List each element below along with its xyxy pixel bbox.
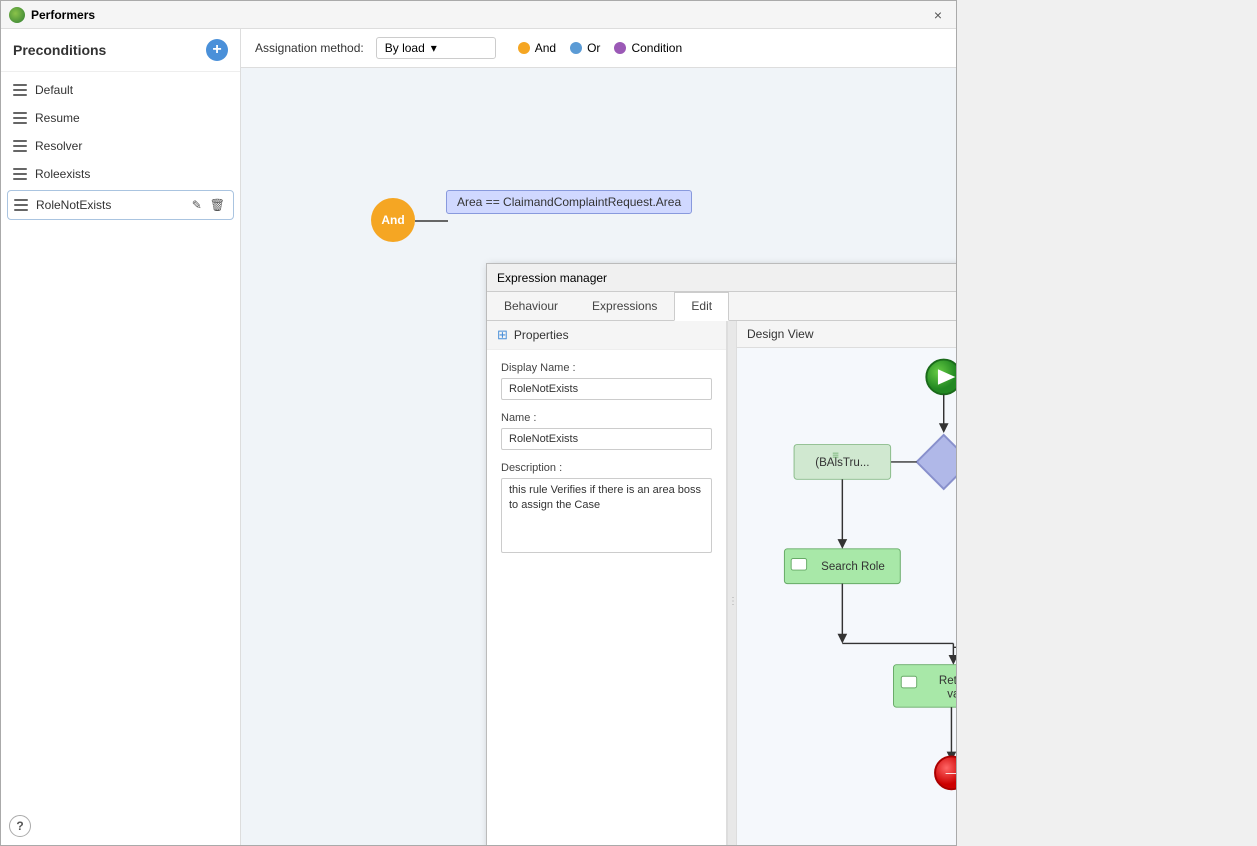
expression-manager-window: Expression manager — □ × Behaviour Expre… — [486, 263, 956, 845]
drag-dots-icon: ⋮ — [728, 596, 736, 607]
expr-body: ⊞ Properties Display Name : Name : — [487, 321, 956, 845]
edit-item-button[interactable]: ✎ — [190, 196, 204, 214]
list-icon — [13, 140, 27, 152]
sidebar-item-resolver[interactable]: Resolver — [1, 132, 240, 160]
canvas-area: And Area == ClaimandComplaintRequest.Are… — [241, 68, 956, 845]
legend-condition: Condition — [614, 41, 682, 55]
expr-title-bar: Expression manager — □ × — [487, 264, 956, 292]
sidebar-item-default[interactable]: Default — [1, 76, 240, 104]
connector-line — [415, 220, 448, 222]
svg-text:Return a: Return a — [939, 675, 956, 687]
title-bar-left: Performers — [9, 7, 95, 23]
assignment-method-dropdown[interactable]: By load ▾ — [376, 37, 496, 59]
svg-text:—: — — [946, 768, 956, 780]
list-icon — [13, 84, 27, 96]
app-icon — [9, 7, 25, 23]
list-icon — [13, 168, 27, 180]
and-dot — [518, 42, 530, 54]
description-field: Description : this rule Verifies if ther… — [501, 462, 712, 553]
and-node-label: And — [381, 213, 404, 227]
main-content: Preconditions + Default Resume Resolver — [1, 29, 956, 845]
resize-handle[interactable]: ⋮ — [727, 321, 737, 845]
or-label: Or — [587, 41, 600, 55]
display-name-input[interactable] — [501, 378, 712, 400]
assignment-value: By load — [385, 41, 425, 55]
help-button[interactable]: ? — [9, 815, 31, 837]
tab-behaviour[interactable]: Behaviour — [487, 292, 575, 320]
sidebar-item-roleexists[interactable]: Roleexists — [1, 160, 240, 188]
svg-text:(BAlsTru...: (BAlsTru... — [815, 457, 869, 469]
sidebar-item-label: Default — [35, 83, 73, 97]
properties-title: Properties — [514, 328, 569, 342]
description-textarea[interactable]: this rule Verifies if there is an area b… — [501, 478, 712, 553]
list-icon — [14, 199, 28, 211]
props-header: ⊞ Properties — [487, 321, 726, 350]
properties-panel: ⊞ Properties Display Name : Name : — [487, 321, 727, 845]
tab-expressions[interactable]: Expressions — [575, 292, 674, 320]
condition-box: Area == ClaimandComplaintRequest.Area — [446, 190, 692, 214]
svg-text:≡: ≡ — [832, 450, 839, 462]
legend-and: And — [518, 41, 556, 55]
description-label: Description : — [501, 462, 712, 474]
sidebar-items: Default Resume Resolver Roleexists RoleN… — [1, 72, 240, 807]
props-content: Display Name : Name : Description : this — [487, 350, 726, 565]
sidebar-footer: ? — [1, 807, 240, 845]
condition-label: Condition — [631, 41, 682, 55]
expr-window-title: Expression manager — [497, 271, 607, 285]
name-input[interactable] — [501, 428, 712, 450]
flowchart-svg: (BAlsTru... Else — [737, 348, 956, 845]
or-dot — [570, 42, 582, 54]
sidebar-item-rolenotexists[interactable]: RoleNotExists ✎ 🗑 — [7, 190, 234, 220]
expr-tabs: Behaviour Expressions Edit — [487, 292, 956, 321]
svg-text:Search Role: Search Role — [821, 561, 885, 573]
name-label: Name : — [501, 412, 712, 424]
list-icon — [13, 112, 27, 124]
add-precondition-button[interactable]: + — [206, 39, 228, 61]
display-name-label: Display Name : — [501, 362, 712, 374]
design-canvas: (BAlsTru... Else — [737, 348, 956, 845]
sidebar-item-label: Roleexists — [35, 167, 90, 181]
sidebar-item-resume[interactable]: Resume — [1, 104, 240, 132]
design-view: Design View — [737, 321, 956, 845]
legend-items: And Or Condition — [518, 41, 682, 55]
sidebar-title: Preconditions — [13, 42, 106, 58]
sidebar-header: Preconditions + — [1, 29, 240, 72]
svg-text:value: value — [947, 689, 956, 701]
assignment-label: Assignation method: — [255, 41, 364, 55]
display-name-field: Display Name : — [501, 362, 712, 400]
dropdown-arrow-icon: ▾ — [431, 41, 437, 55]
name-field: Name : — [501, 412, 712, 450]
sidebar: Preconditions + Default Resume Resolver — [1, 29, 241, 845]
sidebar-item-label: Resolver — [35, 139, 82, 153]
sidebar-item-label: Resume — [35, 111, 80, 125]
properties-icon: ⊞ — [497, 327, 508, 343]
main-window: Performers × Preconditions + Default Res… — [0, 0, 957, 846]
tab-edit[interactable]: Edit — [674, 292, 729, 321]
right-panel: Assignation method: By load ▾ And Or — [241, 29, 956, 845]
sidebar-item-label: RoleNotExists — [36, 198, 111, 212]
design-view-header: Design View — [737, 321, 956, 348]
delete-item-button[interactable]: 🗑 — [208, 196, 227, 214]
condition-dot — [614, 42, 626, 54]
title-bar: Performers × — [1, 1, 956, 29]
sidebar-item-actions: ✎ 🗑 — [190, 196, 227, 214]
condition-text: Area == ClaimandComplaintRequest.Area — [457, 195, 681, 209]
window-close-button[interactable]: × — [928, 5, 948, 25]
legend-or: Or — [570, 41, 600, 55]
and-node: And — [371, 198, 415, 242]
assignment-bar: Assignation method: By load ▾ And Or — [241, 29, 956, 68]
and-label: And — [535, 41, 556, 55]
window-title: Performers — [31, 8, 95, 22]
